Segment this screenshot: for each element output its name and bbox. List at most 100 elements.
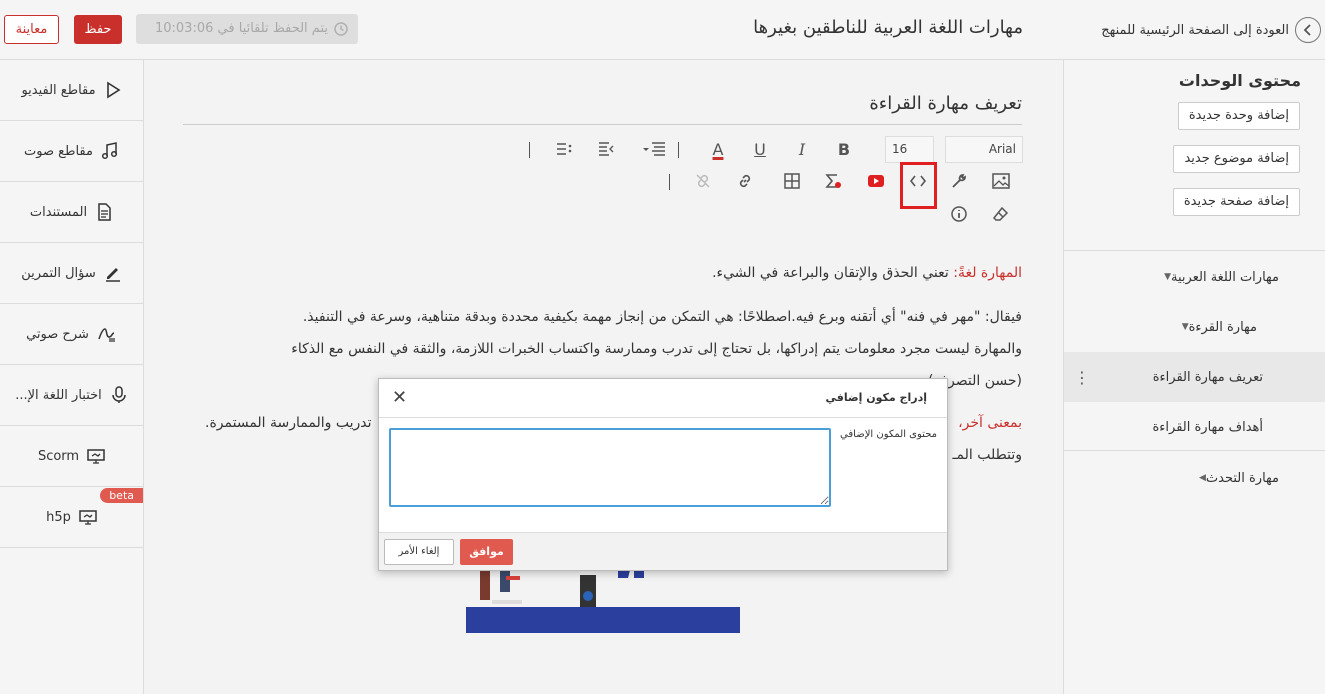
- units-sidebar: محتوى الوحدات إضافة وحدة جديدة إضافة موض…: [1063, 60, 1325, 694]
- tree-unit-speaking[interactable]: مهارة التحدث ◀: [1064, 453, 1325, 503]
- autosave-text: يتم الحفظ تلقائيا في 10:03:06: [154, 21, 328, 36]
- font-family-select[interactable]: Arial: [945, 136, 1023, 163]
- cancel-button[interactable]: إلغاء الأمر: [384, 539, 454, 565]
- list-icon[interactable]: [551, 136, 577, 162]
- tree-page-reading-goals[interactable]: أهداف مهارة القراءة: [1064, 402, 1325, 452]
- bold-icon[interactable]: B: [831, 136, 857, 162]
- paragraph-line: فيقال: "مهر في فنه" أي أتقنه وبرع فيه.اص…: [302, 309, 1022, 325]
- monitor-icon: [87, 449, 105, 464]
- sidebar-item-exercise[interactable]: سؤال التمرين: [0, 243, 143, 304]
- sidebar-item-label: اختبار اللغة الإ...: [15, 387, 102, 403]
- sidebar-item-label: h5p: [46, 509, 71, 525]
- preview-button[interactable]: معاينة: [4, 15, 59, 44]
- underline-icon[interactable]: U: [747, 136, 773, 162]
- play-icon: [106, 81, 121, 99]
- audio-explain-icon: [98, 328, 115, 342]
- sidebar-divider: [1064, 450, 1325, 451]
- sidebar-item-label: مقاطع الفيديو: [21, 82, 96, 98]
- image-icon[interactable]: [988, 168, 1014, 194]
- plugin-content-input[interactable]: [389, 428, 831, 507]
- ok-button[interactable]: موافق: [460, 539, 513, 565]
- clock-icon: [334, 22, 348, 36]
- caret-down-icon: ▼: [1181, 322, 1189, 332]
- youtube-icon[interactable]: [863, 168, 889, 194]
- sidebar-item-h5p[interactable]: beta h5p: [0, 487, 143, 548]
- page-title[interactable]: تعريف مهارة القراءة: [869, 93, 1022, 114]
- text-color-icon[interactable]: A: [705, 136, 731, 162]
- dialog-header: إدراج مكون إضافي ✕: [379, 379, 947, 418]
- paragraph-text: وتتطلب المـ: [952, 447, 1022, 463]
- sidebar-item-video[interactable]: مقاطع الفيديو: [0, 60, 143, 121]
- title-divider: [183, 124, 1022, 125]
- sidebar-item-label: شرح صوتي: [26, 326, 89, 342]
- insert-plugin-dialog: إدراج مكون إضافي ✕ محتوى المكون الإضافي …: [378, 378, 948, 571]
- tree-label: مهارة القرءة: [1188, 319, 1257, 335]
- caret-down-icon: ▼: [1164, 272, 1172, 282]
- sidebar-item-label: المستندات: [29, 204, 88, 220]
- tree-page-reading-definition[interactable]: تعريف مهارة القراءة ⋮: [1064, 352, 1325, 402]
- italic-icon[interactable]: I: [789, 136, 815, 162]
- document-icon: [98, 203, 111, 221]
- eraser-icon[interactable]: [988, 201, 1014, 227]
- tree-label: مهارة التحدث: [1205, 470, 1279, 486]
- plugin-content-label: محتوى المكون الإضافي: [840, 429, 937, 440]
- editor-area: تعريف مهارة القراءة Arial 16 B I U A الم…: [145, 60, 1062, 694]
- component-sidebar: مقاطع الفيديو مقاطع صوت المستندات سؤال ا…: [0, 60, 144, 694]
- beta-badge: beta: [100, 488, 143, 503]
- tree-label: مهارات اللغة العربية: [1171, 269, 1279, 285]
- wrench-icon[interactable]: [946, 168, 972, 194]
- sidebar-item-scorm[interactable]: Scorm: [0, 426, 143, 487]
- sidebar-item-language-test[interactable]: اختبار اللغة الإ...: [0, 365, 143, 426]
- add-page-button[interactable]: إضافة صفحة جديدة: [1172, 188, 1300, 216]
- align-icon[interactable]: [639, 136, 669, 162]
- tree-label: أهداف مهارة القراءة: [1152, 419, 1263, 435]
- caret-right-icon: ◀: [1198, 473, 1206, 483]
- sidebar-divider: [1064, 250, 1325, 251]
- link-icon[interactable]: [732, 168, 758, 194]
- highlighted-term: المهارة لغةً:: [953, 265, 1022, 281]
- toolbar-divider: [678, 142, 679, 158]
- chevron-left-icon: [1295, 17, 1321, 43]
- highlighted-term: بمعنى آخر،: [958, 415, 1022, 431]
- code-plugin-highlight: [900, 162, 937, 209]
- microphone-icon: [112, 386, 126, 403]
- paragraph-line: والمهارة ليست مجرد معلومات يتم إدراكها، …: [291, 341, 1022, 357]
- dialog-footer: موافق إلغاء الأمر: [379, 532, 947, 570]
- table-icon[interactable]: [779, 168, 805, 194]
- dialog-title: إدراج مكون إضافي: [825, 391, 927, 404]
- formula-icon[interactable]: [821, 168, 847, 194]
- top-bar: معاينة حفظ يتم الحفظ تلقائيا في 10:03:06…: [0, 0, 1325, 60]
- toolbar-divider: [529, 142, 530, 158]
- unlink-icon[interactable]: [690, 168, 716, 194]
- sidebar-item-label: سؤال التمرين: [21, 265, 96, 281]
- add-topic-button[interactable]: إضافة موضوع جديد: [1173, 145, 1300, 173]
- add-unit-button[interactable]: إضافة وحدة جديدة: [1177, 102, 1300, 130]
- indent-icon[interactable]: [593, 136, 619, 162]
- units-title: محتوى الوحدات: [1178, 71, 1301, 90]
- tree-label: تعريف مهارة القراءة: [1152, 369, 1263, 385]
- sidebar-item-label: Scorm: [37, 448, 80, 464]
- illustration-strip: [466, 607, 740, 633]
- info-plugin-icon[interactable]: [946, 201, 972, 227]
- sidebar-item-label: مقاطع صوت: [24, 143, 93, 159]
- more-options-icon[interactable]: ⋮: [1074, 368, 1090, 387]
- toolbar-divider: [669, 174, 670, 190]
- save-button[interactable]: حفظ: [74, 15, 122, 44]
- sidebar-item-documents[interactable]: المستندات: [0, 182, 143, 243]
- sidebar-item-audio[interactable]: مقاطع صوت: [0, 121, 143, 182]
- paragraph-1[interactable]: المهارة لغةً: تعني الحذق والإتقان والبرا…: [205, 257, 1022, 289]
- paragraph-text: تدريب والممارسة المستمرة.: [205, 415, 372, 431]
- tree-topic-reading[interactable]: مهارة القرءة ▼: [1064, 302, 1325, 352]
- course-title: مهارات اللغة العربية للناطقين بغيرها: [753, 17, 1023, 38]
- font-size-input[interactable]: 16: [885, 136, 934, 163]
- close-icon[interactable]: ✕: [392, 387, 407, 408]
- back-label: العودة إلى الصفحة الرئيسية للمنهج: [1101, 22, 1289, 38]
- paragraph-text: تعني الحذق والإتقان والبراعة في الشيء.: [712, 265, 954, 281]
- content-illustration: [466, 570, 740, 610]
- tree-unit-arabic-skills[interactable]: مهارات اللغة العربية ▼: [1064, 252, 1325, 302]
- back-to-home-link[interactable]: العودة إلى الصفحة الرئيسية للمنهج: [1101, 17, 1321, 43]
- music-icon: [101, 142, 118, 160]
- sidebar-item-audio-explain[interactable]: شرح صوتي: [0, 304, 143, 365]
- autosave-status: يتم الحفظ تلقائيا في 10:03:06: [136, 14, 358, 44]
- monitor-icon: [79, 510, 97, 525]
